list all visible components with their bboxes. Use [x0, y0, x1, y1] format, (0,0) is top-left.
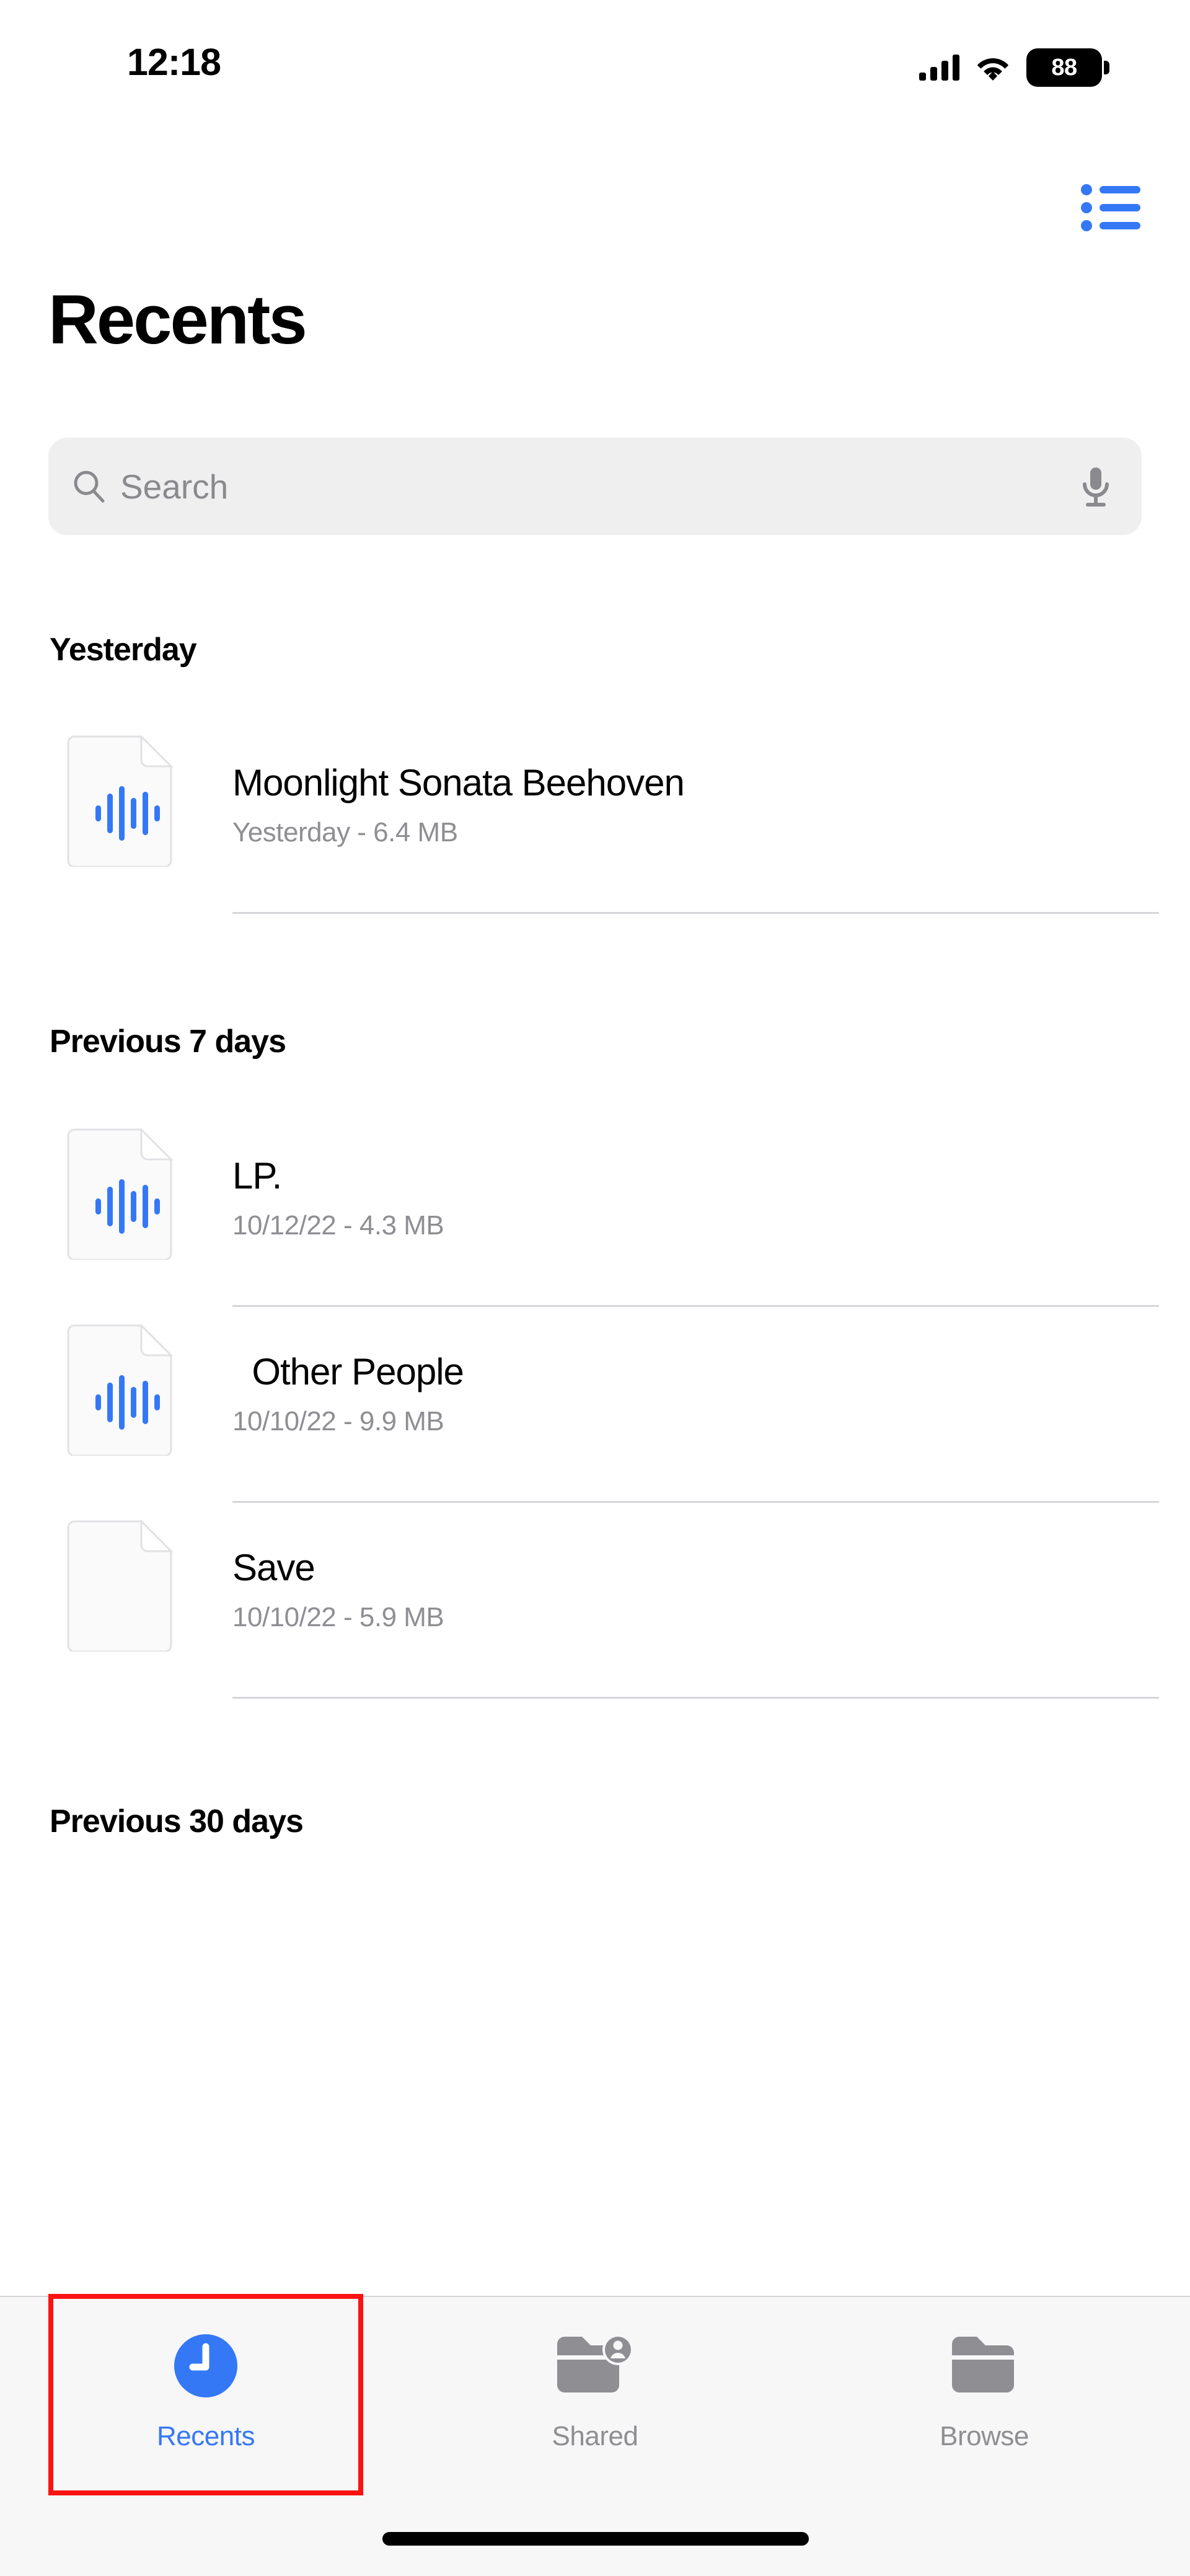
home-indicator [382, 2532, 809, 2546]
status-bar-indicators: 88 [919, 48, 1109, 87]
folder-icon [950, 2319, 1019, 2412]
battery-icon: 88 [1026, 48, 1109, 87]
search-bar[interactable] [48, 438, 1142, 535]
status-bar: 12:18 88 [0, 0, 1190, 108]
shared-folder-icon [555, 2319, 635, 2412]
search-icon [72, 469, 107, 504]
section-header-yesterday: Yesterday [50, 631, 196, 668]
tab-label-shared: Shared [552, 2421, 638, 2452]
section-header-previous-7-days: Previous 7 days [50, 1023, 286, 1060]
file-subtitle: 10/10/22 - 5.9 MB [232, 1602, 444, 1633]
audio-document-icon [64, 735, 175, 867]
file-subtitle: 10/10/22 - 9.9 MB [232, 1406, 444, 1437]
file-title: Save [232, 1546, 315, 1589]
page-title: Recents [48, 285, 306, 355]
row-separator [232, 1501, 1159, 1503]
tab-browse[interactable]: Browse [786, 2319, 1183, 2499]
row-separator [232, 1305, 1159, 1307]
cellular-signal-icon [919, 55, 959, 81]
clock-icon [173, 2319, 239, 2412]
audio-document-icon [64, 1324, 175, 1456]
audio-document-icon [64, 1128, 175, 1260]
tab-shared[interactable]: Shared [397, 2319, 793, 2499]
row-separator [232, 1697, 1159, 1699]
tab-recents[interactable]: Recents [7, 2319, 404, 2499]
file-subtitle: 10/12/22 - 4.3 MB [232, 1210, 444, 1241]
file-title: LP. [232, 1154, 281, 1197]
file-title: Other People [232, 1350, 464, 1393]
microphone-icon[interactable] [1080, 466, 1112, 508]
status-bar-time: 12:18 [127, 40, 221, 84]
row-separator [232, 912, 1159, 914]
tab-label-recents: Recents [157, 2421, 255, 2452]
wifi-icon [977, 55, 1009, 81]
battery-level-label: 88 [1051, 55, 1077, 81]
file-title: Moonlight Sonata Beehoven [232, 761, 684, 804]
file-subtitle: Yesterday - 6.4 MB [232, 817, 458, 848]
tab-label-browse: Browse [940, 2421, 1029, 2452]
blank-document-icon [64, 1520, 175, 1652]
bulleted-list-icon[interactable] [1073, 177, 1148, 239]
search-input[interactable] [120, 467, 1080, 507]
iphone-files-app-screen: 12:18 88 [0, 0, 1190, 2576]
section-header-previous-30-days: Previous 30 days [50, 1803, 303, 1840]
